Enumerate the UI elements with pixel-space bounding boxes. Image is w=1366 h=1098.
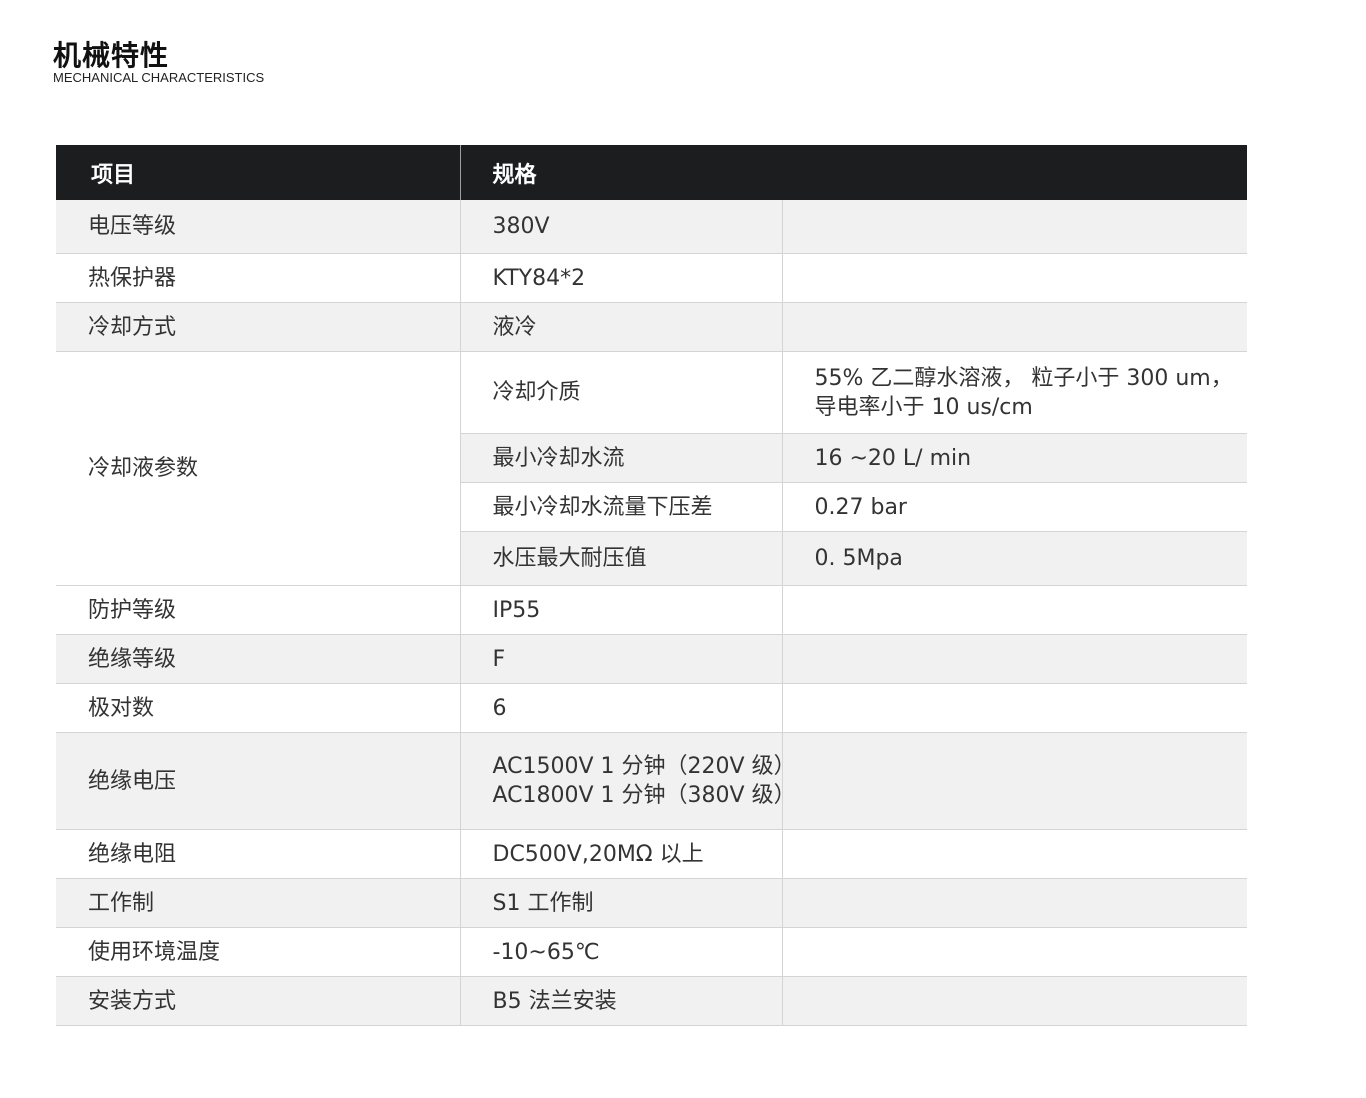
section-heading: 机械特性 MECHANICAL CHARACTERISTICS [53,38,264,85]
row-value: S1 工作制 [459,878,782,928]
section-subtitle: MECHANICAL CHARACTERISTICS [53,70,265,85]
row-label: 防护等级 [56,585,460,635]
coolant-maxp-value: 0. 5Mpa [781,531,1248,586]
row-value: 380V [459,200,782,254]
row-label: 工作制 [56,878,460,928]
row-label: 使用环境温度 [56,927,460,977]
row-value: -10~65℃ [459,927,782,977]
table-row: 冷却液参数 冷却介质 55% 乙二醇水溶液， 粒子小于 300 um， 导电率小… [56,351,1248,586]
row-extra [781,878,1248,928]
row-value: AC1500V 1 分钟（220V 级） AC1800V 1 分钟（380V 级… [459,732,796,830]
table-row: 防护等级 IP55 [56,585,1248,635]
table-row: 极对数 6 [56,683,1248,733]
coolant-drop-value: 0.27 bar [781,482,1248,532]
row-extra [781,683,1248,733]
row-value: DC500V,20MΩ 以上 [459,829,782,879]
row-label: 绝缘等级 [56,634,460,684]
row-value: B5 法兰安装 [459,976,782,1026]
row-label: 冷却方式 [56,302,460,352]
insulation-voltage-line2: AC1800V 1 分钟（380V 级） [492,783,796,808]
table-row: 绝缘等级 F [56,634,1248,684]
table-row: 使用环境温度 -10~65℃ [56,927,1248,977]
row-label: 极对数 [56,683,460,733]
insulation-voltage-line1: AC1500V 1 分钟（220V 级） [492,754,796,779]
row-extra [781,253,1248,303]
row-value: 液冷 [459,302,782,352]
table-row: 工作制 S1 工作制 [56,878,1248,928]
coolant-medium-value: 55% 乙二醇水溶液， 粒子小于 300 um， 导电率小于 10 us/cm [781,351,1248,434]
row-extra [781,634,1248,684]
coolant-label: 冷却液参数 [56,351,460,586]
coolant-maxp-label: 水压最大耐压值 [459,531,782,586]
row-extra [781,200,1248,254]
row-label: 绝缘电阻 [56,829,460,879]
table-row: 绝缘电压 AC1500V 1 分钟（220V 级） AC1800V 1 分钟（3… [56,732,1248,830]
coolant-medium-label: 冷却介质 [459,351,782,434]
row-label: 绝缘电压 [56,732,460,830]
row-label: 电压等级 [56,200,460,254]
coolant-flow-value: 16 ~20 L/ min [781,433,1248,483]
row-extra [781,585,1248,635]
row-value: KTY84*2 [459,253,782,303]
row-extra [781,732,1248,830]
row-value: 6 [459,683,782,733]
coolant-medium-line1: 55% 乙二醇水溶液， 粒子小于 300 um， [814,365,1233,391]
table-row: 安装方式 B5 法兰安装 [56,976,1248,1026]
row-value: F [459,634,782,684]
coolant-flow-label: 最小冷却水流 [459,433,782,483]
row-extra [781,829,1248,879]
table-row: 冷却方式 液冷 [56,302,1248,352]
row-value: IP55 [459,585,782,635]
table-header-row: 项目 规格 [56,145,1248,200]
row-label: 安装方式 [56,976,460,1026]
section-title: 机械特性 [53,39,170,72]
spec-table: 项目 规格 电压等级 380V 热保护器 KTY84*2 冷却方式 液冷 冷却液… [56,145,1248,1026]
row-extra [781,927,1248,977]
table-row: 电压等级 380V [56,200,1248,254]
coolant-drop-label: 最小冷却水流量下压差 [459,482,782,532]
row-label: 热保护器 [56,253,460,303]
row-extra [781,976,1248,1026]
table-row: 热保护器 KTY84*2 [56,253,1248,303]
header-item: 项目 [91,162,136,188]
row-extra [781,302,1248,352]
table-row: 绝缘电阻 DC500V,20MΩ 以上 [56,829,1248,879]
header-spec: 规格 [459,145,1248,200]
coolant-medium-line2: 导电率小于 10 us/cm [814,394,1033,420]
